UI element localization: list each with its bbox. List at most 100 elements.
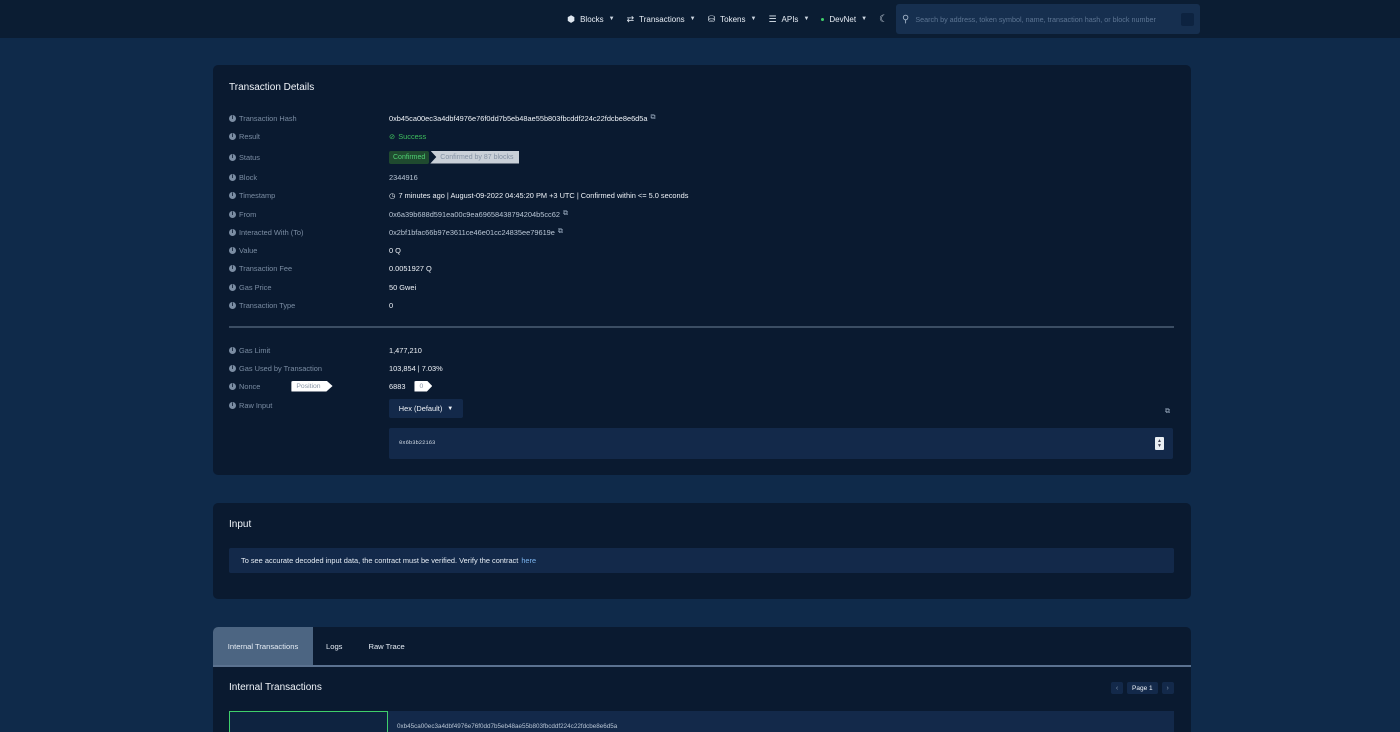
field-label: Block — [239, 172, 258, 182]
gas-used-value: 103,854 | 7.03% — [389, 363, 443, 373]
transaction-tabs-card: Internal Transactions Logs Raw Trace Int… — [213, 627, 1191, 732]
field-label: Gas Limit — [239, 345, 271, 355]
notice-text: To see accurate decoded input data, the … — [241, 556, 519, 565]
field-label: Raw Input — [239, 400, 273, 410]
result-value: Success — [398, 131, 427, 141]
input-format-dropdown[interactable]: Hex (Default) ▼ — [389, 399, 463, 418]
resize-handle-icon[interactable]: ▲ ▼ — [1155, 437, 1164, 450]
transaction-details-card: Transaction Details i Transaction Hash 0x… — [213, 65, 1191, 475]
nav-apis-label: APIs — [781, 14, 799, 24]
card-title: Transaction Details — [229, 82, 315, 93]
section-divider — [229, 326, 1174, 328]
field-label: Value — [239, 245, 258, 255]
input-card: Input To see accurate decoded input data… — [213, 503, 1191, 599]
info-icon: i — [229, 346, 236, 354]
chevron-right-icon[interactable]: › — [1161, 682, 1174, 694]
top-navbar: ⬢ Blocks ▼ ⇄ Transactions ▼ ⛁ Tokens ▼ ☰… — [0, 0, 1400, 38]
section-title: Internal Transactions — [229, 682, 322, 693]
field-label: Status — [239, 152, 260, 162]
info-icon: i — [229, 153, 236, 161]
row-transaction-fee: i Transaction Fee 0.0051927 Q — [229, 262, 1169, 274]
row-block: i Block 2344916 — [229, 171, 1169, 183]
position-value: 0 — [414, 380, 433, 392]
tokens-icon: ⛁ — [707, 13, 716, 24]
row-status: i Status Confirmed Confirmed by 87 blocks — [229, 150, 1169, 164]
info-icon: i — [229, 382, 236, 390]
clock-icon: ◷ — [389, 190, 396, 200]
raw-input-textarea[interactable]: 0x6b3b22163 ▲ ▼ — [389, 428, 1173, 459]
nav-transactions[interactable]: ⇄ Transactions ▼ — [627, 14, 696, 25]
block-value[interactable]: 2344916 — [389, 173, 418, 182]
search-input[interactable] — [915, 14, 1175, 24]
row-gas-price: i Gas Price 50 Gwei — [229, 281, 1169, 293]
tab-logs[interactable]: Logs — [313, 627, 355, 665]
nav-network-devnet[interactable]: DevNet ▼ — [821, 15, 867, 24]
chevron-left-icon[interactable]: ‹ — [1111, 682, 1123, 694]
nav-tokens[interactable]: ⛁ Tokens ▼ — [708, 14, 757, 25]
chevron-down-icon: ▼ — [689, 16, 696, 22]
transaction-hash-value: 0xb45ca00ec3a4dbf4976e76f0dd7b5eb48ae55b… — [389, 113, 648, 123]
card-title: Input — [229, 519, 252, 530]
position-tag: Position — [291, 380, 333, 392]
from-address-link[interactable]: 0x6a39b688d591ea00c9ea69658438794204b5cc… — [389, 210, 560, 219]
verify-contract-link[interactable]: here — [521, 556, 536, 565]
dropdown-label: Hex (Default) — [398, 404, 443, 413]
row-transaction-type: i Transaction Type 0 — [229, 299, 1169, 311]
verification-notice: To see accurate decoded input data, the … — [229, 548, 1174, 573]
field-label: Transaction Hash — [239, 113, 297, 123]
confirmations-badge: Confirmed by 87 blocks — [430, 150, 520, 164]
tab-underline — [213, 665, 1191, 667]
field-label: Gas Price — [239, 282, 272, 292]
table-cell-highlighted — [229, 711, 388, 732]
field-label: From — [239, 209, 257, 219]
chevron-down-icon: ▼ — [608, 16, 615, 22]
status-badge: Confirmed — [389, 150, 430, 164]
table-row: 0xb45ca00ec3a4dbf4976e76f0dd7b5eb48ae55b… — [229, 711, 1174, 732]
cube-icon: ⬢ — [567, 13, 576, 24]
info-icon: i — [229, 191, 236, 199]
row-nonce: i Nonce Position 6883 0 — [229, 380, 1169, 392]
search-icon: ⚲ — [902, 13, 910, 25]
network-dot-icon — [821, 17, 825, 21]
copy-icon[interactable]: ⧉ — [563, 210, 568, 218]
info-icon: i — [229, 283, 236, 291]
gas-price-value: 50 Gwei — [389, 282, 417, 292]
raw-input-data: 0x6b3b22163 — [399, 439, 436, 446]
info-icon: i — [229, 246, 236, 254]
tab-internal-transactions[interactable]: Internal Transactions — [213, 627, 313, 665]
info-icon: i — [229, 210, 236, 218]
internal-tx-hash[interactable]: 0xb45ca00ec3a4dbf4976e76f0dd7b5eb48ae55b… — [397, 723, 617, 730]
info-icon: i — [229, 132, 236, 140]
search-button[interactable] — [1181, 12, 1194, 26]
row-from: i From 0x6a39b688d591ea00c9ea696584387942… — [229, 208, 1169, 220]
field-label: Transaction Fee — [239, 263, 293, 273]
nonce-value: 6883 — [389, 381, 406, 391]
copy-icon[interactable]: ⧉ — [1165, 408, 1170, 416]
field-label: Timestamp — [239, 190, 276, 200]
fee-value: 0.0051927 Q — [389, 263, 432, 273]
chevron-down-icon: ▼ — [447, 405, 454, 412]
nav-blocks[interactable]: ⬢ Blocks ▼ — [567, 14, 614, 25]
search-bar: ⚲ — [896, 4, 1200, 34]
row-transaction-hash: i Transaction Hash 0xb45ca00ec3a4dbf4976e… — [229, 112, 1169, 124]
nav-transactions-label: Transactions — [639, 14, 685, 24]
tab-raw-trace[interactable]: Raw Trace — [355, 627, 417, 665]
chevron-down-icon: ▼ — [803, 16, 810, 22]
to-address-link[interactable]: 0x2bf1bfac66b97e3611ce46e01cc24835ee7961… — [389, 228, 555, 237]
field-label: Transaction Type — [239, 300, 296, 310]
row-interacted-with: i Interacted With (To) 0x2bf1bfac66b97e36… — [229, 226, 1169, 238]
info-icon: i — [229, 228, 236, 236]
copy-icon[interactable]: ⧉ — [651, 114, 656, 122]
transactions-icon: ⇄ — [626, 13, 635, 24]
info-icon: i — [229, 114, 236, 122]
chevron-down-icon: ▼ — [861, 16, 868, 22]
pagination: ‹ Page 1 › — [1111, 682, 1174, 694]
info-icon: i — [229, 173, 236, 181]
check-circle-icon: ⊘ — [389, 131, 396, 141]
moon-icon[interactable]: ☾ — [879, 14, 888, 25]
transaction-type-value: 0 — [389, 300, 394, 310]
list-icon: ☰ — [768, 13, 777, 24]
row-timestamp: i Timestamp ◷ 7 minutes ago | August-09-20… — [229, 189, 1169, 201]
nav-apis[interactable]: ☰ APIs ▼ — [768, 14, 809, 25]
copy-icon[interactable]: ⧉ — [558, 228, 563, 236]
